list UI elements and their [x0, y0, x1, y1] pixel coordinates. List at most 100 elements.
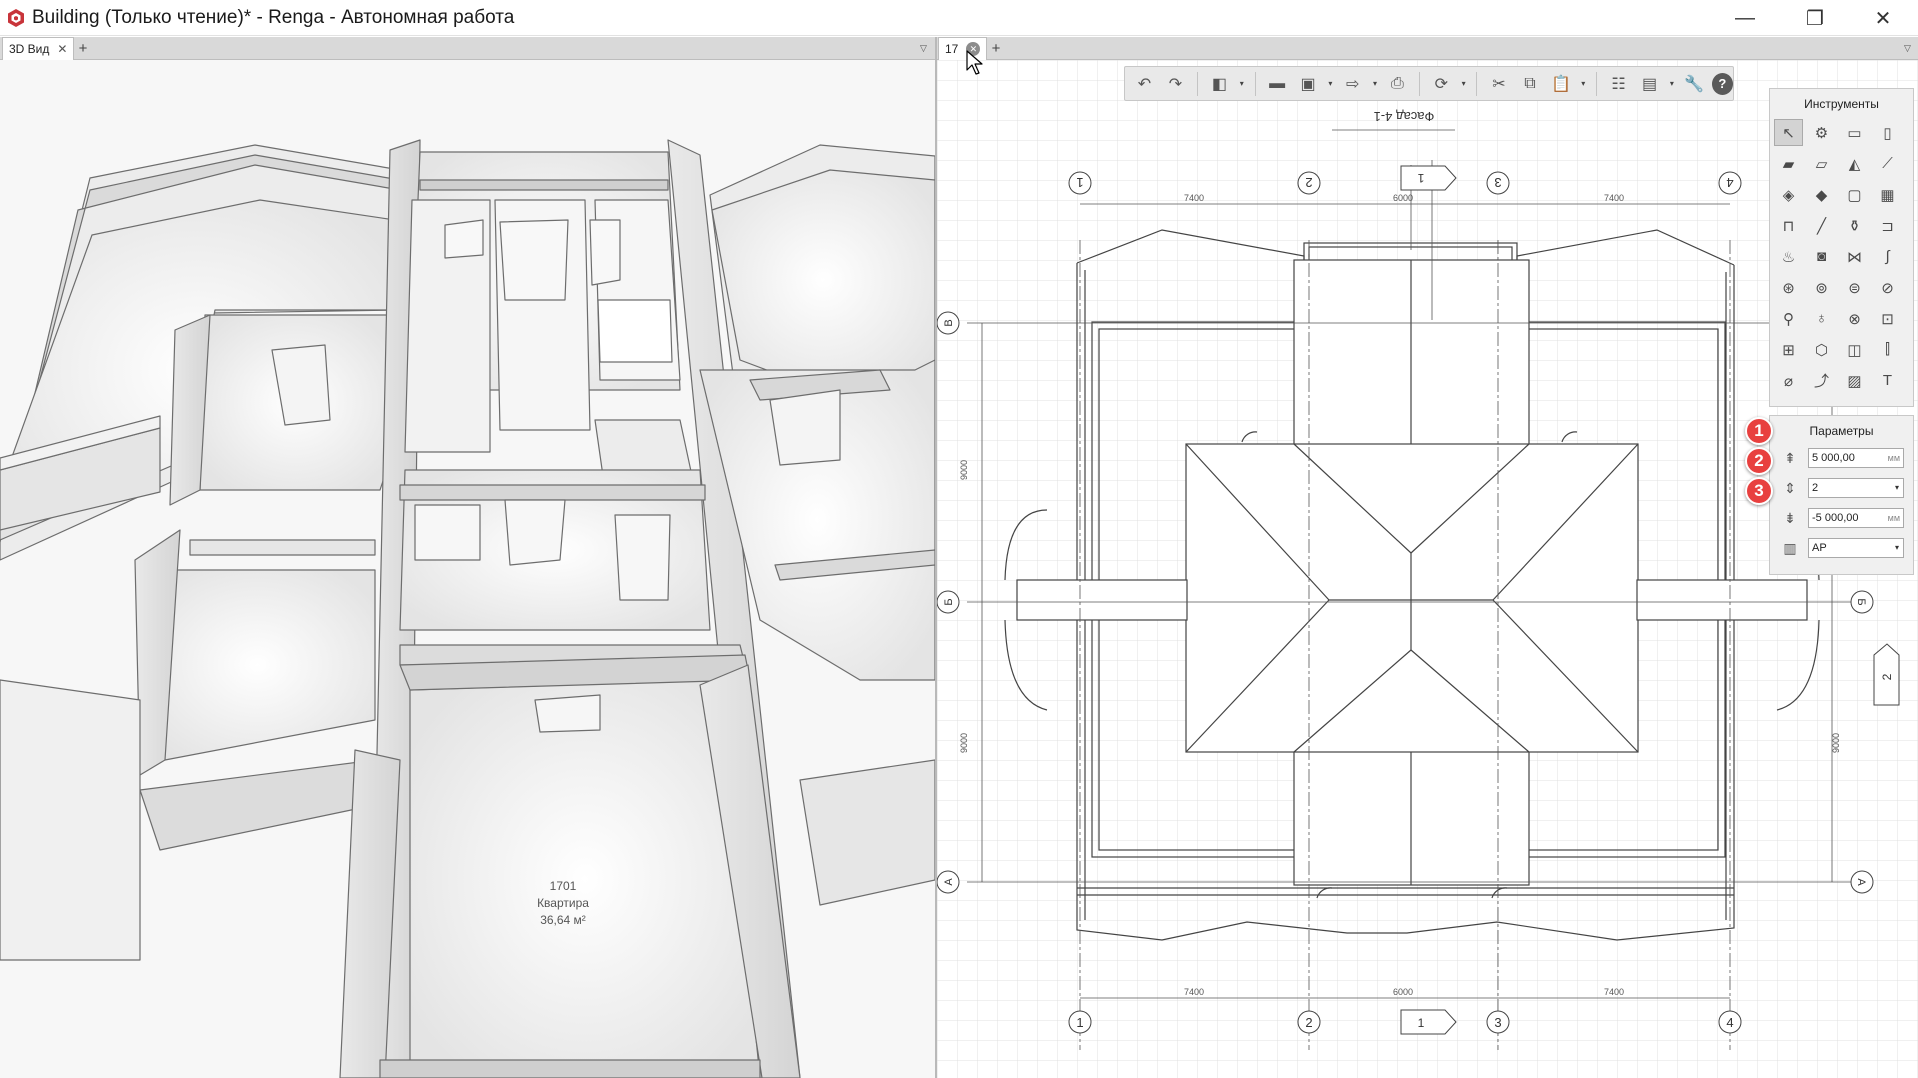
dim-bottom-3: 7400: [1604, 987, 1624, 997]
chevron-down-icon[interactable]: ▾: [1326, 71, 1336, 97]
style-select[interactable]: АР ▾: [1808, 538, 1904, 558]
axis-count-value: 2: [1812, 482, 1819, 494]
valve-tool-icon[interactable]: ⋈: [1840, 243, 1869, 270]
left-tab-bar: 3D Вид ✕ + ▽: [0, 37, 935, 60]
tab-3d-view[interactable]: 3D Вид ✕: [2, 37, 75, 60]
toolbar-separator: [1197, 71, 1198, 96]
chevron-down-icon[interactable]: ▾: [1578, 71, 1588, 97]
close-button[interactable]: ✕: [1848, 0, 1918, 36]
switch-tool-icon[interactable]: ⊗: [1840, 305, 1869, 332]
socket-tool-icon[interactable]: ⊡: [1873, 305, 1902, 332]
dim-side-left-lower: 9000: [959, 733, 969, 753]
pipe-tool-icon[interactable]: ∫: [1873, 243, 1902, 270]
axis-label-a: А: [943, 878, 955, 886]
railing-tool-icon[interactable]: ⊓: [1774, 212, 1803, 239]
column-tool-icon[interactable]: ▯: [1873, 119, 1902, 146]
axis-label-2-bottom: 2: [1305, 1015, 1312, 1030]
param-row-elevation: ⇟ -5 000,00 мм: [1778, 507, 1904, 529]
toolbar-separator: [1254, 71, 1256, 96]
maximize-button[interactable]: ❐: [1780, 0, 1850, 36]
chevron-down-icon[interactable]: ▾: [1237, 71, 1247, 97]
views-icon[interactable]: ▤: [1636, 71, 1663, 97]
window-frame-tool-icon[interactable]: ▭: [1840, 119, 1869, 146]
mouse-cursor-icon: [966, 50, 983, 75]
panel-tool-icon[interactable]: ⊞: [1774, 336, 1803, 363]
roof-tool-icon[interactable]: ◭: [1840, 150, 1869, 177]
level-mark-tool-icon[interactable]: ⤴: [1807, 367, 1836, 394]
save-icon[interactable]: ▣: [1295, 71, 1322, 97]
undo-icon[interactable]: ↶: [1131, 71, 1158, 97]
stair-line-tool-icon[interactable]: ⟋: [1873, 150, 1902, 177]
sync-icon[interactable]: ⟳: [1428, 71, 1455, 97]
help-icon[interactable]: ?: [1711, 72, 1733, 95]
fan-tool-icon[interactable]: ⊚: [1807, 274, 1836, 301]
door-tool-icon[interactable]: ▢: [1840, 181, 1869, 208]
style-value: АР: [1812, 542, 1827, 554]
dim-top-1: 7400: [1184, 193, 1204, 203]
duct-tool-icon[interactable]: ⊘: [1873, 274, 1902, 301]
print-icon[interactable]: ⎙: [1384, 71, 1411, 97]
room-tag: 1701 Квартира 36,64 м²: [513, 878, 613, 929]
equipment-tool-icon[interactable]: ⚱: [1840, 212, 1869, 239]
cut-icon[interactable]: ✂: [1485, 71, 1512, 97]
text-tool-icon[interactable]: T: [1873, 367, 1902, 394]
tab-list-chevron-icon[interactable]: ▽: [920, 43, 927, 54]
select-tool-icon[interactable]: ↖: [1774, 119, 1803, 146]
terminal-tool-icon[interactable]: ⫿: [1873, 336, 1902, 363]
chevron-down-icon[interactable]: ▾: [1895, 543, 1899, 552]
axis-count-icon: ⇕: [1784, 479, 1796, 496]
chevron-down-icon[interactable]: ▾: [1667, 71, 1677, 97]
cabinet-tool-icon[interactable]: ⬡: [1807, 336, 1836, 363]
level-offset-field[interactable]: 5 000,00 мм: [1808, 448, 1904, 468]
copy-icon[interactable]: ⧉: [1516, 71, 1543, 97]
slab-tool-icon[interactable]: ◈: [1774, 181, 1803, 208]
wall-tool-icon[interactable]: ▰: [1774, 150, 1803, 177]
annotation-badge-3: 3: [1745, 477, 1773, 505]
line-tool-icon[interactable]: ╱: [1807, 212, 1836, 239]
layers-icon[interactable]: ☷: [1605, 71, 1632, 97]
export-icon[interactable]: ⇨: [1339, 71, 1366, 97]
minimize-button[interactable]: —: [1710, 0, 1780, 36]
level-offset-icon: ⇞: [1784, 449, 1796, 466]
pump-tool-icon[interactable]: ⊛: [1774, 274, 1803, 301]
dimension-tool-icon[interactable]: ⌀: [1774, 367, 1803, 394]
3d-model-render: [0, 139, 935, 1078]
plumbing-tool-icon[interactable]: ♨: [1774, 243, 1803, 270]
tab-close-icon[interactable]: ✕: [57, 42, 67, 56]
chevron-down-icon[interactable]: ▾: [1459, 71, 1469, 97]
renga-logo-icon: [8, 9, 24, 27]
lamp-tool-icon[interactable]: ⚲: [1774, 305, 1803, 332]
pipe-fitting-tool-icon[interactable]: ⊐: [1873, 212, 1902, 239]
axis-label-4-bottom: 4: [1726, 1015, 1733, 1030]
axis-label-3: 3: [1494, 175, 1501, 190]
dim-side-right: 9000: [1831, 733, 1841, 753]
paste-icon[interactable]: 📋: [1547, 71, 1574, 97]
axis-label-b-right: Б: [1855, 598, 1867, 605]
add-tab-button[interactable]: +: [74, 40, 92, 58]
right-view-pane: 17 ✕ + ▽ 1 2 3 4 1 2 3 4 В Б А Б А 1 1 2…: [937, 37, 1918, 1078]
add-tab-button[interactable]: +: [987, 40, 1005, 58]
settings-wrench-icon[interactable]: 🔧: [1681, 71, 1708, 97]
window-tool-icon[interactable]: ▦: [1873, 181, 1902, 208]
assembly-tool-icon[interactable]: ⚙: [1807, 119, 1836, 146]
tab-list-chevron-icon[interactable]: ▽: [1904, 43, 1911, 54]
lightbulb-tool-icon[interactable]: ♁: [1807, 305, 1836, 332]
chevron-down-icon[interactable]: ▾: [1895, 483, 1899, 492]
chevron-down-icon[interactable]: ▾: [1370, 71, 1380, 97]
drawing-viewport[interactable]: 1 2 3 4 1 2 3 4 В Б А Б А 1 1 2 Фасад 4-: [937, 60, 1918, 1078]
elevation-field[interactable]: -5 000,00 мм: [1808, 508, 1904, 528]
beam-tool-icon[interactable]: ▱: [1807, 150, 1836, 177]
floor-tool-icon[interactable]: ◆: [1807, 181, 1836, 208]
duct-fitting-tool-icon[interactable]: ⊜: [1840, 274, 1869, 301]
boiler-tool-icon[interactable]: ◙: [1807, 243, 1836, 270]
view-cube-icon[interactable]: ◧: [1206, 71, 1233, 97]
window-title: Building (Только чтение)* - Renga - Авто…: [32, 7, 515, 28]
open-folder-icon[interactable]: ▬: [1264, 71, 1291, 97]
param-row-level-offset: ⇞ 5 000,00 мм: [1778, 447, 1904, 469]
redo-icon[interactable]: ↷: [1162, 71, 1189, 97]
device-tool-icon[interactable]: ◫: [1840, 336, 1869, 363]
hatch-tool-icon[interactable]: ▨: [1840, 367, 1869, 394]
3d-viewport[interactable]: 1701 Квартира 36,64 м²: [0, 60, 935, 1078]
axis-count-select[interactable]: 2 ▾: [1808, 478, 1904, 498]
level-offset-value: 5 000,00: [1812, 452, 1855, 464]
